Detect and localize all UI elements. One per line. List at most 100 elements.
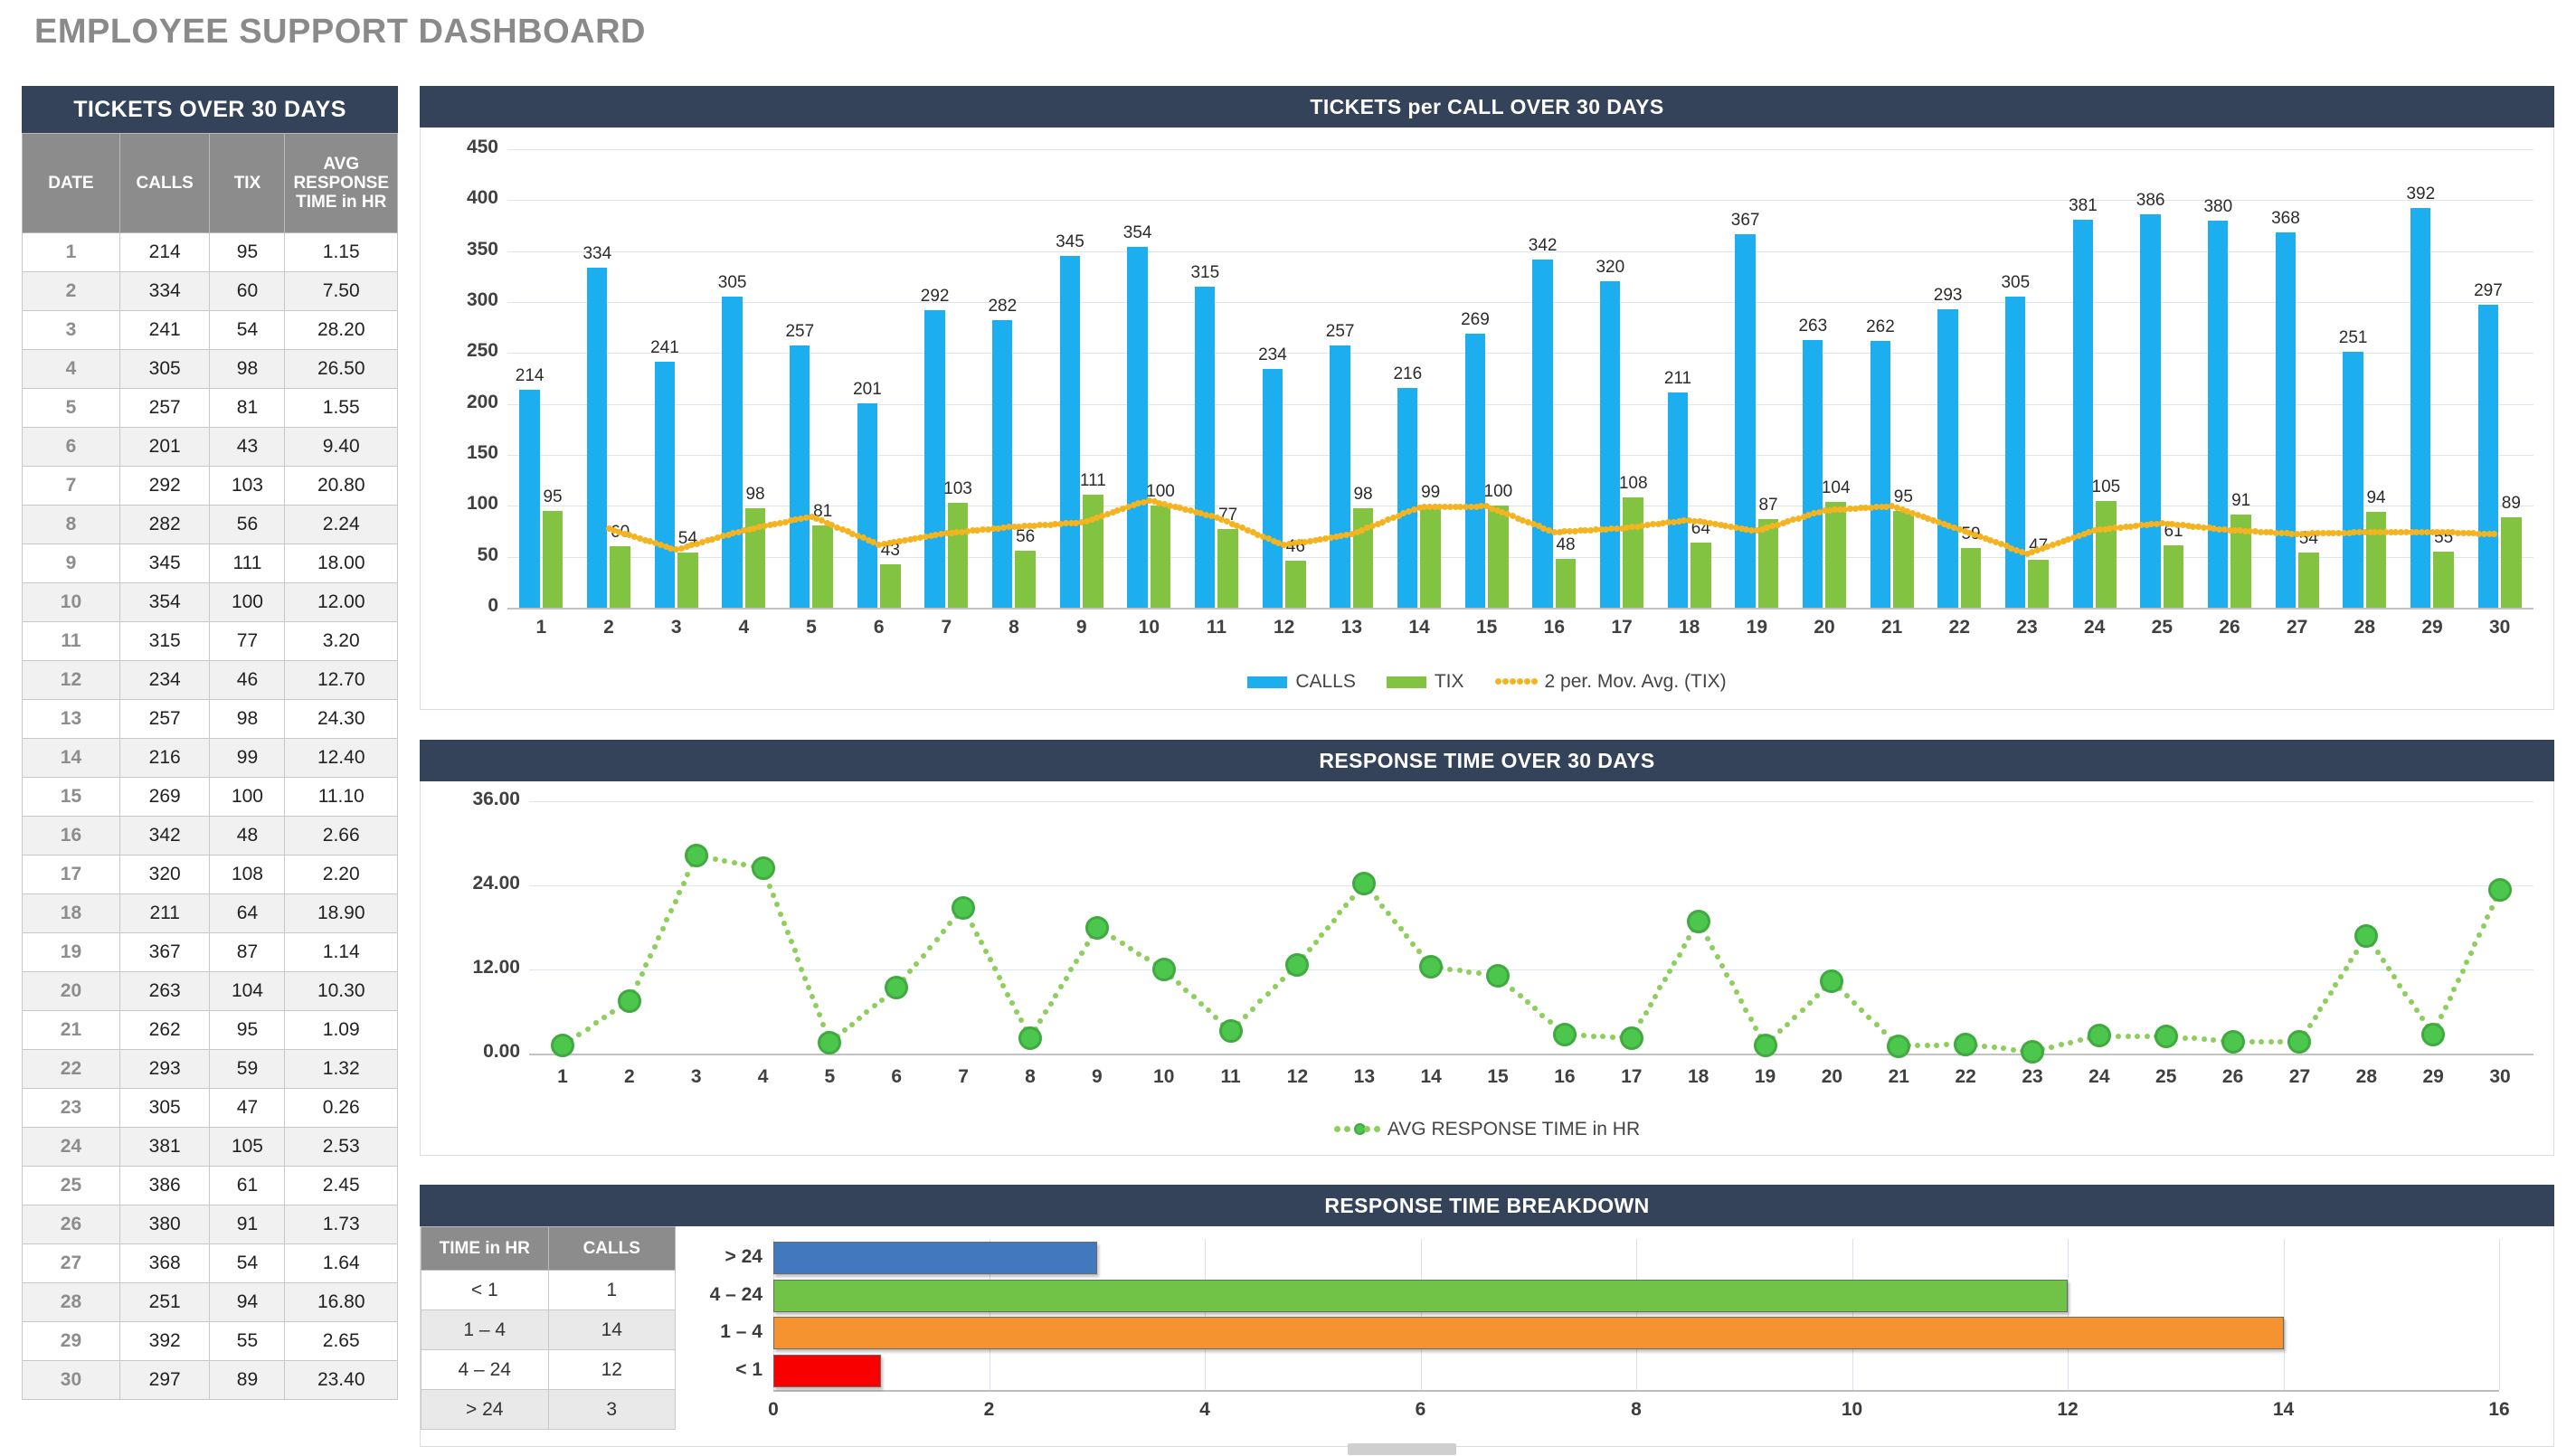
- category-label: 1 – 4: [720, 1321, 762, 1343]
- line-segment-dot: [914, 960, 920, 967]
- table-cell: 2.66: [284, 816, 398, 856]
- data-point-marker: [1218, 1019, 1243, 1044]
- x-axis-tick-label: 5: [824, 1066, 836, 1087]
- bar-calls: [1330, 345, 1350, 608]
- line-segment-dot: [635, 979, 641, 986]
- table-cell: 2.53: [284, 1127, 398, 1167]
- table-cell: 87: [209, 932, 286, 972]
- table-cell: 43: [209, 427, 286, 467]
- line-segment-dot: [1866, 1014, 1872, 1020]
- table-cell: 3.20: [284, 621, 398, 661]
- bar-tix: [2028, 560, 2049, 608]
- y-axis-tick-label: 300: [466, 289, 498, 310]
- table-row: 19 367 87 1.14: [22, 932, 398, 972]
- bar-value-label-tix: 111: [1079, 470, 1106, 490]
- bar-value-label-calls: 305: [717, 273, 747, 293]
- table-cell: 345: [118, 544, 211, 583]
- table-cell: 251: [118, 1282, 211, 1322]
- x-axis-tick-label: 4: [757, 1066, 769, 1087]
- data-point-marker: [2154, 1025, 2178, 1048]
- table-cell: 1.55: [284, 388, 398, 428]
- breakdown-column-header-0: TIME in HR: [421, 1226, 549, 1271]
- y-axis-tick-label: 50: [477, 544, 498, 565]
- bar-value-label-calls: 380: [2203, 196, 2233, 216]
- line-segment-dot: [781, 920, 787, 926]
- x-axis-tick-label: 14: [1408, 617, 1430, 638]
- table-cell: 29: [22, 1321, 120, 1361]
- bar-value-label-calls: 262: [1866, 317, 1895, 336]
- x-axis-tick-label: 22: [1948, 617, 1970, 638]
- table-cell: 48: [209, 816, 286, 856]
- table-cell: 257: [118, 699, 211, 739]
- bar-calls: [1870, 340, 1891, 608]
- line-segment-dot: [940, 929, 946, 935]
- legend-item-0: AVG RESPONSE TIME in HR: [1333, 1119, 1640, 1140]
- line-segment-dot: [610, 1009, 616, 1016]
- table-cell: 91: [209, 1205, 286, 1244]
- table-row: 17 320 108 2.20: [22, 855, 398, 894]
- x-axis-tick-label: 16: [2488, 1399, 2510, 1420]
- x-axis-tick-label: 8: [1009, 617, 1019, 638]
- line-segment-dot: [878, 997, 885, 1003]
- table-cell: 19: [22, 932, 120, 972]
- table-cell: 380: [118, 1205, 211, 1244]
- bar-value-label-calls: 354: [1122, 223, 1152, 243]
- chart2-plot-area: 36.00 24.00 12.00 0.00 1 2 3 4 5 6 7 8 9 10 11 12 13 14 15…: [421, 781, 2553, 1155]
- bar-value-label-tix: 99: [1421, 483, 1441, 503]
- horizontal-scrollbar-thumb[interactable]: [1348, 1443, 1456, 1455]
- data-point-marker: [550, 1034, 574, 1058]
- line-segment-dot: [1728, 980, 1735, 987]
- table-cell: 7: [22, 466, 120, 506]
- x-axis-tick-label: 15: [1487, 1066, 1509, 1087]
- table-cell: 13: [22, 699, 120, 739]
- table-cell: 354: [118, 582, 211, 622]
- table-cell: 9.40: [284, 427, 398, 467]
- table-cell: 1.73: [284, 1205, 398, 1244]
- table-cell: 241: [118, 310, 211, 350]
- table-cell: 11: [22, 621, 120, 661]
- line-segment-dot: [1799, 1007, 1805, 1013]
- x-axis-tick-label: 26: [2219, 617, 2240, 638]
- bar-value-label-tix: 105: [2091, 477, 2121, 496]
- line-segment-dot: [1466, 969, 1473, 975]
- line-segment-dot: [1539, 1012, 1546, 1018]
- horizontal-bar: [773, 1317, 2284, 1350]
- line-segment-dot: [1397, 925, 1404, 931]
- bar-calls: [2275, 232, 2297, 608]
- y-axis-tick-label: 12.00: [472, 957, 520, 978]
- table-header-row: DATE CALLS TIX AVG RESPONSE TIME in HR: [22, 133, 398, 233]
- line-segment-dot: [1391, 918, 1397, 924]
- gridline: [2283, 1239, 2285, 1390]
- bar-tix: [2433, 552, 2454, 608]
- response-time-chart-panel: RESPONSE TIME OVER 30 DAYS 36.00 24.00 12.…: [420, 740, 2554, 1156]
- chart2-body: 36.00 24.00 12.00 0.00 1 2 3 4 5 6 7 8 9 10 11 12 13 14 15…: [420, 781, 2554, 1156]
- line-segment-dot: [1915, 1043, 1921, 1049]
- line-segment-dot: [996, 974, 1002, 980]
- line-segment-dot: [1686, 935, 1692, 941]
- data-point-marker: [2087, 1024, 2111, 1048]
- x-axis-line: [773, 1390, 2499, 1392]
- table-cell: 10.30: [284, 971, 398, 1011]
- bar-calls: [1464, 333, 1486, 608]
- table-cell: 26.50: [284, 349, 398, 389]
- line-segment-dot: [664, 916, 670, 922]
- x-axis-tick-label: 17: [1621, 1066, 1643, 1087]
- y-axis-tick-label: 200: [466, 391, 498, 412]
- x-axis-tick-label: 8: [1631, 1399, 1642, 1420]
- line-segment-dot: [1873, 1021, 1880, 1027]
- x-axis-tick-label: 23: [2016, 617, 2038, 638]
- y-axis-tick-label: 350: [466, 238, 498, 260]
- x-axis-tick-label: 30: [2488, 617, 2511, 638]
- bar-calls: [790, 345, 810, 608]
- table-cell: 368: [118, 1243, 211, 1283]
- line-segment-dot: [933, 937, 940, 943]
- table-row: 18 211 64 18.90: [22, 893, 398, 933]
- bar-tix: [880, 563, 901, 608]
- line-segment-dot: [2451, 987, 2458, 993]
- x-axis-tick-label: 6: [873, 617, 885, 638]
- line-segment-dot: [1657, 985, 1663, 991]
- table-cell: 3: [22, 310, 120, 350]
- line-segment-dot: [2413, 1007, 2420, 1014]
- bar-value-label-calls: 392: [2406, 184, 2436, 204]
- bar-value-label-calls: 216: [1393, 364, 1423, 383]
